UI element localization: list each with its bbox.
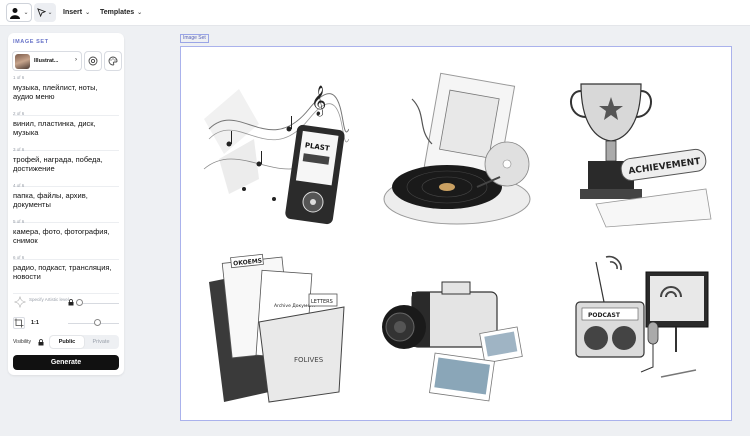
panel-title: IMAGE SET [13, 39, 49, 45]
insert-menu-button[interactable]: Insert ⌄ [63, 3, 90, 22]
chevron-down-icon: ⌄ [137, 10, 143, 16]
music-player-image: 𝄞 PLAST [203, 85, 350, 225]
prompt-text: камера, фото, фотография, снимок [13, 227, 110, 246]
prompt-index: 6 of 6 [13, 255, 25, 260]
crop-icon [14, 318, 24, 328]
visibility-label: Visibility [13, 339, 31, 345]
style-row: Illustrat... › [12, 51, 122, 71]
prompt-text: папка, файлы, архив, документы [13, 191, 88, 210]
prompt-item[interactable]: 2 of 6 винил, пластинка, диск, музыка [13, 111, 119, 138]
templates-label: Templates [100, 9, 135, 16]
trophy-image: ACHIEVEMENT [570, 83, 712, 228]
palette-button[interactable] [104, 51, 122, 71]
target-icon [88, 56, 98, 66]
app-logo-icon [10, 7, 21, 19]
folder-label: FOLIVES [294, 356, 324, 364]
folder-illustration[interactable]: OKOEMS Archive Документ LETTERS FOLIVES [199, 252, 349, 412]
prompt-item[interactable]: 4 of 6 папка, файлы, архив, документы [13, 183, 119, 210]
radio-illustration[interactable]: PODCAST [566, 252, 716, 412]
prompt-text: винил, пластинка, диск, музыка [13, 119, 96, 138]
chevron-down-icon: ⌄ [85, 10, 91, 16]
folder-image: OKOEMS Archive Документ LETTERS FOLIVES [209, 253, 345, 403]
workspace-menu-button[interactable]: ⌄ [6, 3, 32, 22]
frame-label[interactable]: Image Set [180, 34, 209, 43]
music-illustration[interactable]: 𝄞 PLAST [199, 69, 350, 229]
prompt-item[interactable]: 1 of 6 музыка, плейлист, ноты, аудио мен… [13, 75, 119, 102]
folder-doc2-label: LETTERS [311, 299, 333, 305]
vinyl-illustration[interactable] [382, 69, 532, 229]
templates-menu-button[interactable]: Templates ⌄ [100, 3, 142, 22]
prompt-text: радио, подкаст, трансляция, новости [13, 263, 112, 282]
prompt-item[interactable]: 3 of 6 трофей, награда, победа, достижен… [13, 147, 119, 174]
public-option[interactable]: Public [50, 336, 84, 348]
visibility-toggle: Public Private [49, 335, 119, 349]
prompt-index: 5 of 6 [13, 219, 25, 224]
slider-track [83, 303, 119, 304]
aspect-ratio-slider[interactable] [94, 319, 101, 326]
visibility-control: Visibility Public Private [13, 335, 119, 349]
lock-icon [38, 339, 44, 346]
prompt-index: 3 of 6 [13, 147, 25, 152]
target-settings-button[interactable] [84, 51, 102, 71]
palette-icon [108, 56, 118, 66]
radio-image: PODCAST [575, 255, 709, 378]
chevron-down-icon: ⌄ [23, 10, 29, 16]
aspect-ratio-label: 1:1 [31, 320, 39, 326]
divider [13, 293, 119, 294]
insert-label: Insert [63, 9, 83, 16]
trophy-illustration[interactable]: ACHIEVEMENT [566, 69, 716, 229]
aspect-ratio-button[interactable] [13, 317, 25, 329]
prompt-index: 2 of 6 [13, 111, 25, 116]
svg-text:𝄞: 𝄞 [311, 85, 326, 117]
image-set-panel: IMAGE SET Illustrat... › 1 of 6 музыка, … [8, 33, 124, 375]
private-option[interactable]: Private [84, 336, 118, 348]
prompt-item[interactable]: 5 of 6 камера, фото, фотография, снимок [13, 219, 119, 246]
sparkle-icon [14, 296, 26, 308]
radio-label: PODCAST [588, 312, 621, 319]
cursor-icon [37, 8, 47, 17]
artistic-level-label: Specify Artistic level [29, 297, 69, 302]
select-tool-button[interactable]: ⌄ [34, 3, 56, 22]
prompt-text: музыка, плейлист, ноты, аудио меню [13, 83, 98, 102]
aspect-ratio-control: 1:1 [13, 317, 119, 331]
camera-image [382, 281, 523, 402]
style-name: Illustrat... [34, 58, 59, 64]
generate-button[interactable]: Generate [13, 355, 119, 370]
lock-icon[interactable] [68, 299, 74, 306]
top-toolbar: ⌄ ⌄ Insert ⌄ Templates ⌄ [0, 0, 750, 26]
prompt-item[interactable]: 6 of 6 радио, подкаст, трансляция, новос… [13, 255, 119, 282]
chevron-right-icon: › [75, 57, 77, 63]
prompt-index: 1 of 6 [13, 75, 25, 80]
style-thumbnail [15, 53, 30, 69]
style-selector[interactable]: Illustrat... › [12, 51, 82, 71]
vinyl-image [383, 72, 531, 225]
camera-illustration[interactable] [382, 252, 532, 412]
artistic-level-slider[interactable] [76, 299, 83, 306]
artistic-level-control: Specify Artistic level [13, 295, 119, 313]
image-set-frame[interactable]: 𝄞 PLAST ACHIEVEMENT OKOEMS Archive Докум… [180, 46, 732, 421]
prompt-text: трофей, награда, победа, достижение [13, 155, 103, 174]
chevron-down-icon: ⌄ [47, 10, 53, 16]
prompt-index: 4 of 6 [13, 183, 25, 188]
